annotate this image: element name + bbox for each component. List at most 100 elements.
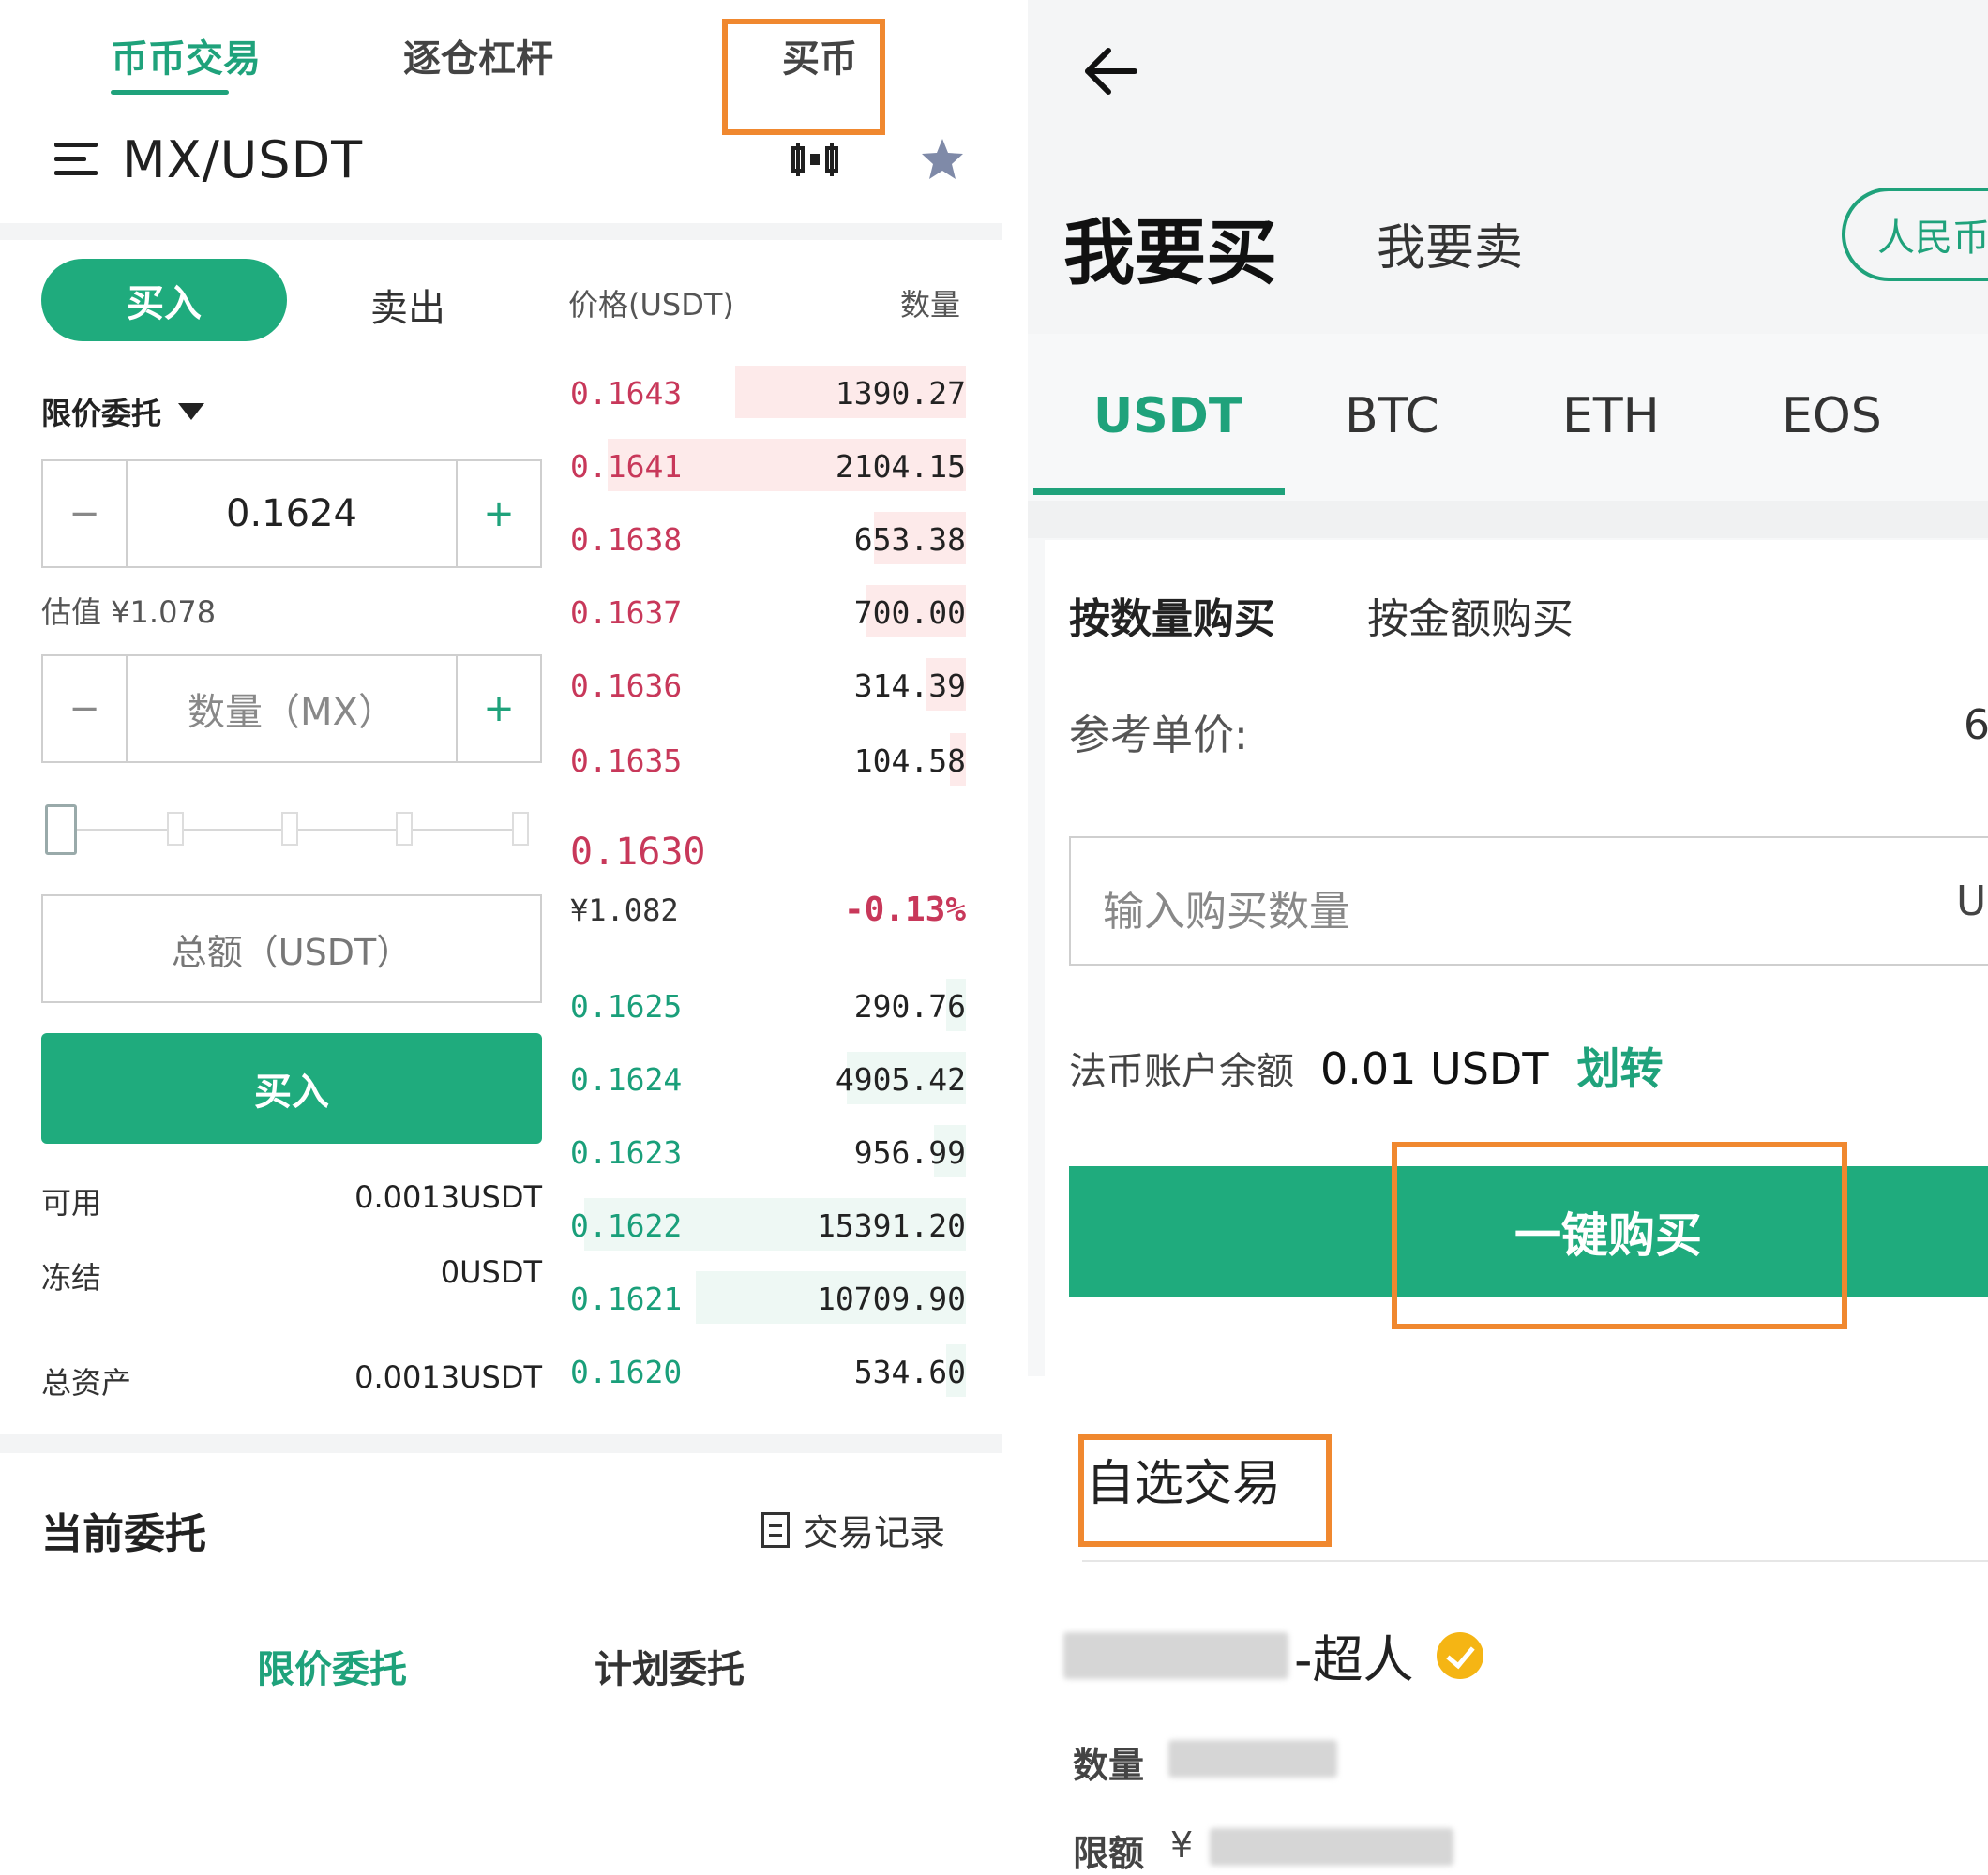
orderbook-qty-header: 数量 (900, 287, 961, 322)
coin-tab-indicator (1033, 488, 1285, 495)
total-assets-value: 0.0013USDT (354, 1359, 542, 1395)
highlight-box-one-click-buy (1392, 1142, 1847, 1329)
slider-step-100[interactable] (512, 812, 529, 846)
spot-trading-panel: 币币交易 逐仓杠杆 买币 MX/USDT 买入 卖出 价格(USDT) 数量 限… (0, 0, 1002, 1875)
quantity-input[interactable]: 数量（MX） (126, 656, 458, 761)
merchant-name-suffix: -超人 (1294, 1630, 1414, 1689)
ask-row[interactable]: 0.1638 653.38 (568, 510, 966, 566)
bid-qty: 956.99 (853, 1134, 966, 1171)
order-type-dropdown[interactable]: 限价委托 (41, 390, 205, 433)
bid-row[interactable]: 0.1623 956.99 (568, 1123, 966, 1179)
coin-tab-eos[interactable]: EOS (1782, 388, 1882, 444)
tab-buy-by-quantity[interactable]: 按数量购买 (1069, 585, 1275, 645)
bid-row[interactable]: 0.1621 10709.90 (568, 1269, 966, 1326)
ask-price: 0.1638 (570, 521, 683, 558)
bid-row[interactable]: 0.1622 15391.20 (568, 1196, 966, 1252)
coin-tab-eth[interactable]: ETH (1562, 388, 1660, 444)
last-price-cny: ¥1.082 (570, 892, 679, 928)
merchant-row[interactable]: -超人 (1063, 1618, 1483, 1692)
frozen-label: 冻结 (41, 1260, 102, 1296)
fiat-balance-label: 法币账户余额 (1069, 1050, 1294, 1093)
price-increment-button[interactable]: + (456, 461, 540, 566)
blurred-merchant-name (1063, 1631, 1288, 1679)
total-assets-label: 总资产 (41, 1365, 132, 1401)
total-input[interactable]: 总额（USDT） (41, 894, 542, 1003)
coin-tab-btc[interactable]: BTC (1345, 388, 1439, 444)
bid-price: 0.1623 (570, 1134, 683, 1171)
currency-selector[interactable]: 人民币 (1842, 188, 1988, 281)
ask-qty: 104.58 (853, 742, 966, 779)
ask-row[interactable]: 0.1641 2104.15 (568, 437, 966, 493)
ask-row[interactable]: 0.1635 104.58 (568, 731, 966, 788)
slider-step-75[interactable] (396, 812, 413, 846)
quantity-increment-button[interactable]: + (456, 656, 540, 761)
sell-side-tab[interactable]: 卖出 (370, 278, 445, 332)
ask-row[interactable]: 0.1643 1390.27 (568, 364, 966, 420)
menu-icon[interactable] (54, 141, 98, 178)
quantity-label: 数量 (1073, 1745, 1145, 1786)
orderbook-price-header: 价格(USDT) (568, 287, 734, 322)
frozen-value: 0USDT (440, 1254, 542, 1290)
ask-qty: 314.39 (853, 668, 966, 704)
ask-row[interactable]: 0.1637 700.00 (568, 583, 966, 639)
fiat-balance-row: 法币账户余额 0.01 USDT 划转 (1069, 1035, 1663, 1097)
star-favorite-icon[interactable] (919, 137, 966, 182)
ask-qty: 700.00 (853, 594, 966, 631)
buy-side-tab[interactable]: 买入 (41, 259, 287, 341)
bid-qty: 10709.90 (817, 1281, 966, 1317)
tab-buy-by-amount[interactable]: 按金额购买 (1367, 585, 1574, 645)
price-input[interactable]: 0.1624 (126, 461, 458, 566)
ask-row[interactable]: 0.1636 314.39 (568, 656, 966, 712)
pair-title[interactable]: MX/USDT (122, 130, 363, 189)
bid-qty: 15391.20 (817, 1208, 966, 1244)
bid-qty: 4905.42 (835, 1061, 966, 1098)
buy-mode-title[interactable]: 我要买 (1063, 195, 1277, 298)
sell-mode-tab[interactable]: 我要卖 (1377, 208, 1523, 278)
buy-button[interactable]: 买入 (41, 1033, 542, 1144)
available-label: 可用 (41, 1185, 102, 1221)
tab-limit-orders[interactable]: 限价委托 (257, 1639, 407, 1693)
slider-handle[interactable] (45, 804, 77, 855)
current-orders-title: 当前委托 (41, 1510, 206, 1558)
tab-plan-orders[interactable]: 计划委托 (595, 1639, 745, 1693)
verified-badge-icon (1436, 1631, 1483, 1679)
back-arrow-icon[interactable] (1080, 41, 1140, 101)
bid-row[interactable]: 0.1624 4905.42 (568, 1050, 966, 1106)
quantity-unit: U (1956, 878, 1987, 925)
caret-down-icon (178, 403, 205, 420)
transfer-link[interactable]: 划转 (1576, 1035, 1663, 1097)
last-price: 0.1630 (570, 831, 706, 874)
ask-price: 0.1637 (570, 594, 683, 631)
blurred-quantity (1168, 1740, 1337, 1778)
ask-price: 0.1635 (570, 742, 683, 779)
document-icon (761, 1511, 790, 1548)
section-divider (1028, 501, 1988, 538)
bid-row[interactable]: 0.1620 534.60 (568, 1342, 966, 1399)
section-divider (0, 223, 1002, 240)
slider-track (69, 829, 529, 831)
price-change-percent: -0.13% (843, 891, 966, 929)
candlestick-chart-icon[interactable] (790, 141, 840, 178)
slider-step-25[interactable] (167, 812, 184, 846)
ask-price: 0.1636 (570, 668, 683, 704)
bid-row[interactable]: 0.1625 290.76 (568, 977, 966, 1033)
bid-price: 0.1625 (570, 988, 683, 1025)
purchase-quantity-field[interactable]: 输入购买数量 U (1069, 836, 1988, 966)
bid-price: 0.1622 (570, 1208, 683, 1244)
tab-isolated-margin[interactable]: 逐仓杠杆 (403, 28, 553, 82)
price-decrement-button[interactable]: − (43, 461, 128, 566)
available-value: 0.0013USDT (354, 1179, 542, 1215)
trade-records-link[interactable]: 交易记录 (761, 1504, 945, 1555)
quantity-decrement-button[interactable]: − (43, 656, 128, 761)
trade-records-label: 交易记录 (803, 1512, 946, 1553)
highlight-box-buy-crypto (722, 19, 885, 135)
limit-currency-symbol: ¥ (1170, 1824, 1194, 1866)
section-divider (0, 1434, 1002, 1453)
ask-qty: 1390.27 (835, 375, 966, 412)
slider-step-50[interactable] (281, 812, 298, 846)
reference-price-label: 参考单价: (1069, 712, 1248, 759)
price-estimate: 估值 ¥1.078 (41, 594, 217, 630)
blurred-limit (1210, 1828, 1453, 1866)
tab-spot-trading[interactable]: 币币交易 (111, 28, 261, 82)
coin-tab-usdt[interactable]: USDT (1093, 388, 1242, 444)
